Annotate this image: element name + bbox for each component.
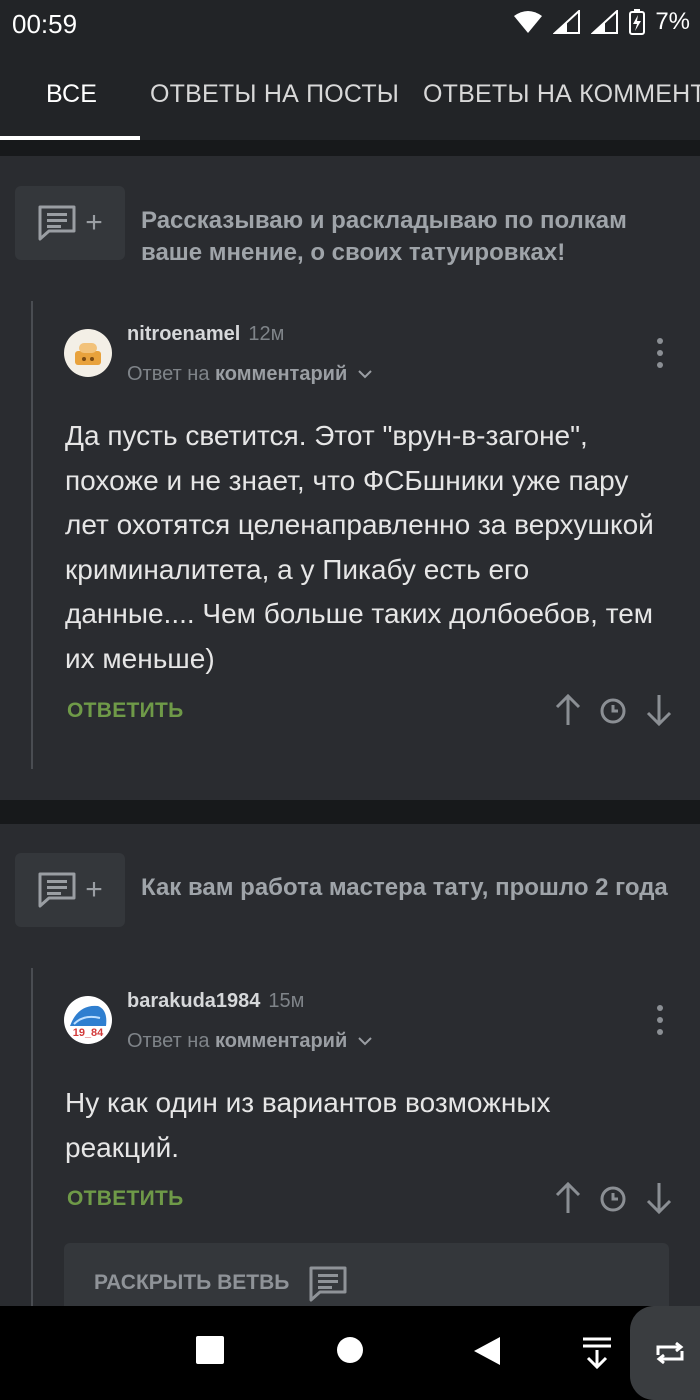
- notification-card: + Как вам работа мастера тату, прошло 2 …: [0, 824, 700, 1333]
- plus-icon: +: [85, 873, 103, 906]
- wifi-icon: [514, 11, 543, 33]
- comment-author[interactable]: barakuda1984 15м: [127, 990, 304, 1013]
- plus-icon: +: [85, 206, 103, 239]
- status-icons: 7%: [513, 8, 690, 36]
- open-post-button[interactable]: +: [15, 853, 125, 927]
- thread-line: [31, 968, 33, 1306]
- thread-line: [31, 301, 33, 769]
- reply-button[interactable]: ОТВЕТИТЬ: [67, 1187, 184, 1211]
- open-post-button[interactable]: +: [15, 186, 125, 260]
- avatar-image: 19_84: [70, 1005, 107, 1039]
- tab-post-replies[interactable]: ОТВЕТЫ НА ПОСТЫ: [150, 80, 399, 109]
- notification-card: + Рассказываю и раскладываю по полкам ва…: [0, 156, 700, 800]
- downvote-arrow-icon[interactable]: [645, 693, 673, 727]
- recents-square-icon[interactable]: [196, 1336, 224, 1364]
- downvote-arrow-icon[interactable]: [645, 1181, 673, 1215]
- clock: 00:59: [12, 9, 78, 39]
- upvote-arrow-icon[interactable]: [554, 1181, 582, 1215]
- clock-icon[interactable]: [600, 698, 626, 724]
- chevron-down-icon: [358, 370, 372, 379]
- comment-icon: [309, 1266, 347, 1302]
- rotate-screen-button[interactable]: [630, 1306, 700, 1400]
- comment-icon: [38, 872, 76, 908]
- reply-button[interactable]: ОТВЕТИТЬ: [67, 699, 184, 723]
- status-bar: 00:59 7%: [0, 0, 700, 50]
- username[interactable]: nitroenamel: [127, 323, 240, 345]
- expand-branch-label: РАСКРЫТЬ ВЕТВЬ: [94, 1271, 290, 1294]
- divider: [0, 140, 700, 156]
- reply-target[interactable]: комментарий: [215, 363, 347, 385]
- post-title[interactable]: Рассказываю и раскладываю по полкам ваше…: [141, 205, 681, 269]
- comment-time: 15м: [268, 990, 305, 1012]
- battery-charging-icon: [629, 9, 646, 35]
- post-title[interactable]: Как вам работа мастера тату, прошло 2 го…: [141, 872, 681, 904]
- reply-prefix: Ответ на: [127, 363, 210, 385]
- tab-bar: ВСЕ ОТВЕТЫ НА ПОСТЫ ОТВЕТЫ НА КОММЕНТАРИ…: [0, 50, 700, 140]
- avatar-text: 19_84: [73, 1027, 104, 1039]
- avatar[interactable]: 19_84: [64, 996, 112, 1044]
- system-navigation-bar: [0, 1306, 700, 1400]
- comment-time: 12м: [248, 323, 285, 345]
- back-triangle-icon[interactable]: [472, 1336, 502, 1366]
- chevron-down-icon: [358, 1037, 372, 1046]
- reply-prefix: Ответ на: [127, 1030, 210, 1052]
- signal-icon-2: [591, 10, 619, 34]
- comment-text: Ну как один из вариантов возможных реакц…: [65, 1087, 551, 1163]
- reply-target[interactable]: комментарий: [215, 1030, 347, 1052]
- reply-to-link[interactable]: Ответ на комментарий: [127, 363, 373, 386]
- notification-drawer-icon[interactable]: [582, 1336, 612, 1370]
- avatar[interactable]: [64, 329, 112, 377]
- more-options-icon[interactable]: [656, 1005, 664, 1035]
- tab-all[interactable]: ВСЕ: [46, 80, 97, 109]
- upvote-arrow-icon[interactable]: [554, 693, 582, 727]
- clock-icon[interactable]: [600, 1186, 626, 1212]
- battery-percent: 7%: [655, 8, 690, 35]
- username[interactable]: barakuda1984: [127, 990, 260, 1012]
- comment-author[interactable]: nitroenamel 12м: [127, 323, 284, 346]
- comment-text: Да пусть светится. Этот "врун-в-загоне",…: [65, 420, 654, 674]
- tab-comment-replies[interactable]: ОТВЕТЫ НА КОММЕНТАРИИ: [423, 80, 700, 109]
- rotate-icon: [656, 1341, 684, 1365]
- comment-icon: [38, 205, 76, 241]
- avatar-image: [75, 343, 101, 365]
- more-options-icon[interactable]: [656, 338, 664, 368]
- signal-icon: [553, 10, 581, 34]
- divider: [0, 800, 700, 824]
- reply-to-link[interactable]: Ответ на комментарий: [127, 1030, 373, 1053]
- home-circle-icon[interactable]: [336, 1336, 364, 1364]
